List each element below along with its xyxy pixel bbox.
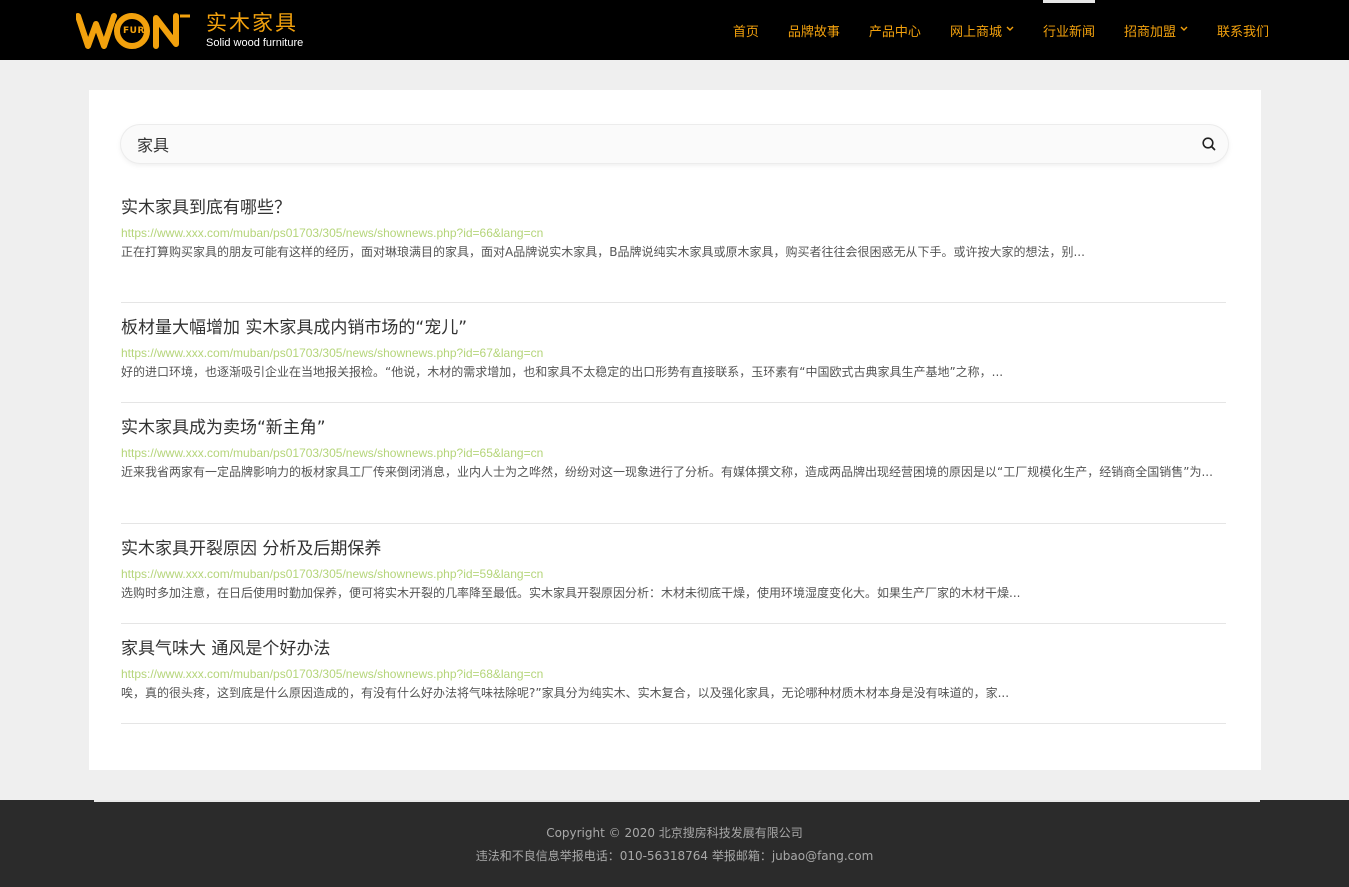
nav-label: 招商加盟: [1123, 24, 1176, 40]
search-results-card: 实木家具到底有哪些？ https://www.xxx.com/muban/ps0…: [89, 90, 1261, 770]
result-item: 实木家具开裂原因 分析及后期保养 https://www.xxx.com/mub…: [121, 524, 1226, 624]
nav-label: 联系我们: [1216, 24, 1269, 40]
nav-label: 网上商城: [949, 24, 1002, 40]
site-footer: Copyright © 2020 北京搜房科技发展有限公司 违法和不良信息举报电…: [0, 800, 1349, 887]
nav-contact[interactable]: 联系我们: [1217, 0, 1269, 60]
logo-fur: FUR: [123, 26, 145, 36]
result-description: 近来我省两家有一定品牌影响力的板材家具工厂传来倒闭消息，业内人士为之哗然，纷纷对…: [121, 465, 1213, 479]
result-description: 选购时多加注意，在日后使用时勤加保养，便可将实木开裂的几率降至最低。实木家具开裂…: [121, 586, 1021, 600]
result-title[interactable]: 板材量大幅增加 实木家具成内销市场的“宠儿”: [121, 316, 1226, 340]
site-logo[interactable]: FUR 实木家具 Solid wood furniture: [76, 10, 316, 52]
nav-products[interactable]: 产品中心: [869, 0, 921, 60]
logo-text: 实木家具 Solid wood furniture: [206, 12, 303, 50]
logo-en-text: Solid wood furniture: [206, 37, 304, 49]
logo-mark: FUR: [76, 10, 196, 52]
footer-copyright: Copyright © 2020 北京搜房科技发展有限公司: [546, 826, 803, 840]
result-item: 家具气味大 通风是个好办法 https://www.xxx.com/muban/…: [121, 624, 1226, 724]
result-url[interactable]: https://www.xxx.com/muban/ps01703/305/ne…: [121, 225, 1226, 241]
main-nav: 首页 品牌故事 产品中心 网上商城 行业新闻 招商加盟 联系我们: [704, 0, 1269, 60]
result-title[interactable]: 实木家具成为卖场“新主角”: [121, 416, 1226, 440]
result-item: 实木家具成为卖场“新主角” https://www.xxx.com/muban/…: [121, 403, 1226, 524]
chevron-down-icon: [1180, 25, 1188, 35]
search-icon[interactable]: [1200, 135, 1218, 153]
result-title[interactable]: 实木家具到底有哪些？: [121, 196, 1226, 220]
nav-label: 首页: [732, 24, 759, 40]
nav-brand-story[interactable]: 品牌故事: [788, 0, 840, 60]
logo-cn-text: 实木家具: [206, 11, 298, 35]
result-description: 正在打算购买家具的朋友可能有这样的经历，面对琳琅满目的家具，面对A品牌说实木家具…: [121, 245, 1085, 259]
nav-home[interactable]: 首页: [733, 0, 759, 60]
nav-label: 产品中心: [868, 24, 921, 40]
result-description: 唉，真的很头疼，这到底是什么原因造成的，有没有什么好办法将气味祛除呢?”家具分为…: [121, 686, 1010, 700]
result-item: 板材量大幅增加 实木家具成内销市场的“宠儿” https://www.xxx.c…: [121, 303, 1226, 403]
nav-franchise[interactable]: 招商加盟: [1124, 0, 1188, 60]
search-bar: [121, 125, 1228, 163]
result-description: 好的进口环境，也逐渐吸引企业在当地报关报检。“他说，木材的需求增加，也和家具不太…: [121, 365, 1004, 379]
footer-report: 违法和不良信息举报电话：010-56318764 举报邮箱：jubao@fang…: [475, 849, 874, 863]
result-url[interactable]: https://www.xxx.com/muban/ps01703/305/ne…: [121, 566, 1226, 582]
result-item: 实木家具到底有哪些？ https://www.xxx.com/muban/ps0…: [121, 196, 1226, 303]
nav-label: 行业新闻: [1042, 24, 1095, 40]
nav-label: 品牌故事: [787, 24, 840, 40]
result-url[interactable]: https://www.xxx.com/muban/ps01703/305/ne…: [121, 445, 1226, 461]
results-list: 实木家具到底有哪些？ https://www.xxx.com/muban/ps0…: [121, 196, 1226, 724]
result-url[interactable]: https://www.xxx.com/muban/ps01703/305/ne…: [121, 345, 1226, 361]
result-url[interactable]: https://www.xxx.com/muban/ps01703/305/ne…: [121, 666, 1226, 682]
nav-online-shop[interactable]: 网上商城: [950, 0, 1014, 60]
search-input[interactable]: [137, 125, 1187, 163]
result-title[interactable]: 家具气味大 通风是个好办法: [121, 637, 1226, 661]
nav-industry-news[interactable]: 行业新闻: [1042, 0, 1095, 60]
site-header: FUR 实木家具 Solid wood furniture 首页 品牌故事 产品…: [0, 0, 1349, 60]
chevron-down-icon: [1006, 25, 1014, 35]
result-title[interactable]: 实木家具开裂原因 分析及后期保养: [121, 537, 1226, 561]
footer-divider: [94, 800, 1260, 802]
